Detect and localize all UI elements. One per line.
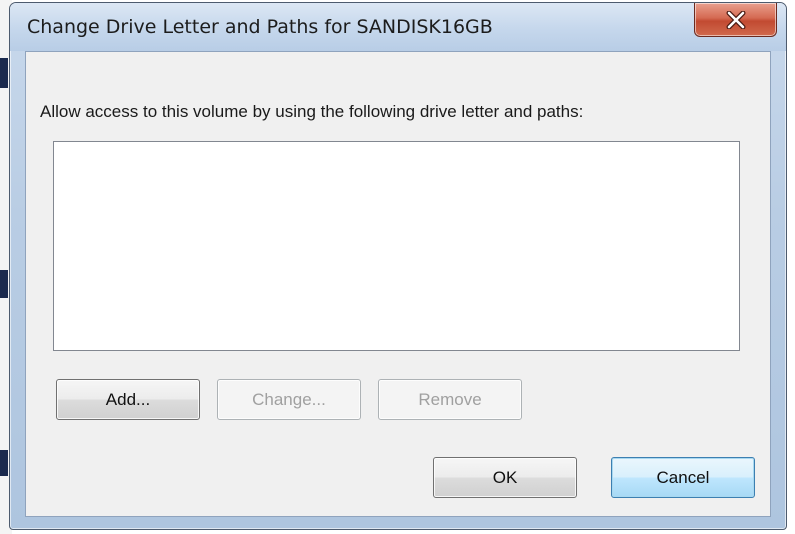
title-bar[interactable]: Change Drive Letter and Paths for SANDIS… [10,3,786,51]
change-button: Change... [217,379,361,420]
remove-button: Remove [378,379,522,420]
dialog-client-area: Allow access to this volume by using the… [25,51,771,517]
drive-paths-list[interactable] [53,141,740,351]
screen: Change Drive Letter and Paths for SANDIS… [0,0,795,534]
window-title: Change Drive Letter and Paths for SANDIS… [27,16,493,38]
background-window-fragment [0,450,8,476]
add-button[interactable]: Add... [56,379,200,420]
change-drive-letter-dialog: Change Drive Letter and Paths for SANDIS… [9,2,787,530]
close-button[interactable] [694,3,777,37]
background-window-fragment [0,270,8,298]
ok-button[interactable]: OK [433,457,577,498]
background-window-fragment [0,58,8,88]
access-prompt-label: Allow access to this volume by using the… [40,102,584,121]
close-x-icon [726,10,745,29]
cancel-button[interactable]: Cancel [611,457,755,498]
